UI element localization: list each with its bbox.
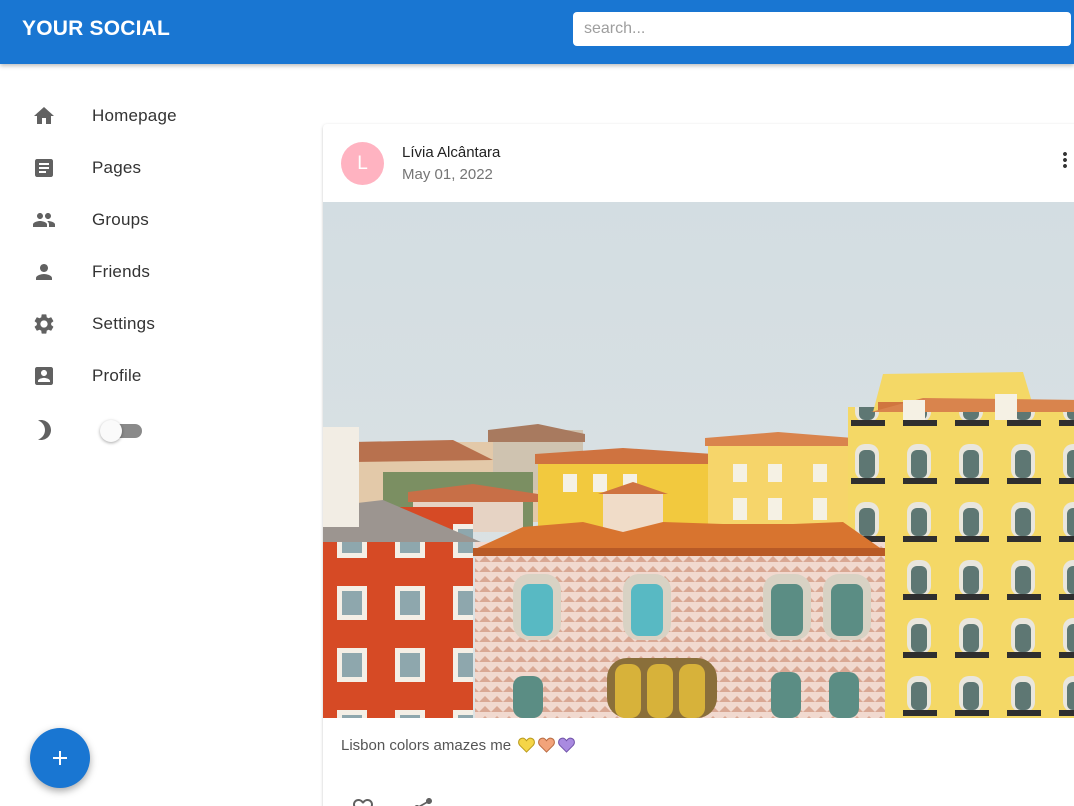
- gear-icon: [32, 312, 56, 336]
- dark-mode-toggle[interactable]: [100, 419, 144, 443]
- sidebar-item-groups[interactable]: Groups: [0, 194, 300, 246]
- sidebar-item-homepage[interactable]: Homepage: [0, 90, 300, 142]
- yellow-heart-icon: [518, 737, 536, 753]
- brand-logo[interactable]: YOUR SOCIAL: [22, 17, 170, 41]
- post-author[interactable]: Lívia Alcântara: [402, 144, 500, 161]
- person-icon: [32, 260, 56, 284]
- dark-mode-row: [0, 418, 300, 446]
- sidebar-item-label: Friends: [92, 262, 151, 281]
- post-actions: [345, 796, 465, 806]
- moon-icon: [32, 418, 56, 442]
- sidebar-item-label: Homepage: [92, 106, 177, 125]
- top-app-bar: YOUR SOCIAL: [0, 0, 1074, 64]
- more-vert-icon: [1063, 152, 1067, 168]
- search-input[interactable]: [573, 12, 1071, 46]
- group-icon: [32, 208, 56, 232]
- add-post-button[interactable]: [30, 728, 90, 788]
- post-menu-button[interactable]: [1053, 148, 1074, 172]
- favorite-icon[interactable]: [351, 796, 375, 806]
- sidebar-item-label: Settings: [92, 314, 156, 333]
- post-card: L Lívia Alcântara May 01, 2022 Lisbon co…: [323, 124, 1074, 806]
- sidebar-item-settings[interactable]: Settings: [0, 298, 300, 350]
- sidebar-item-label: Profile: [92, 366, 142, 385]
- home-icon: [32, 104, 56, 128]
- sidebar: Homepage Pages Groups Friends Settings P…: [0, 90, 300, 402]
- orange-heart-icon: [538, 737, 556, 753]
- sidebar-item-label: Groups: [92, 210, 149, 229]
- post-caption: Lisbon colors amazes me: [341, 737, 576, 754]
- plus-icon: [53, 751, 67, 765]
- caption-text: Lisbon colors amazes me: [341, 737, 512, 754]
- account-box-icon: [32, 364, 56, 388]
- avatar[interactable]: L: [341, 142, 384, 185]
- post-image[interactable]: [323, 202, 1074, 718]
- share-icon[interactable]: [411, 796, 435, 806]
- sidebar-item-label: Pages: [92, 158, 142, 177]
- post-date: May 01, 2022: [402, 166, 493, 183]
- purple-heart-icon: [558, 737, 576, 753]
- sidebar-item-pages[interactable]: Pages: [0, 142, 300, 194]
- sidebar-item-profile[interactable]: Profile: [0, 350, 300, 402]
- toggle-thumb[interactable]: [100, 420, 122, 442]
- article-icon: [32, 156, 56, 180]
- sidebar-item-friends[interactable]: Friends: [0, 246, 300, 298]
